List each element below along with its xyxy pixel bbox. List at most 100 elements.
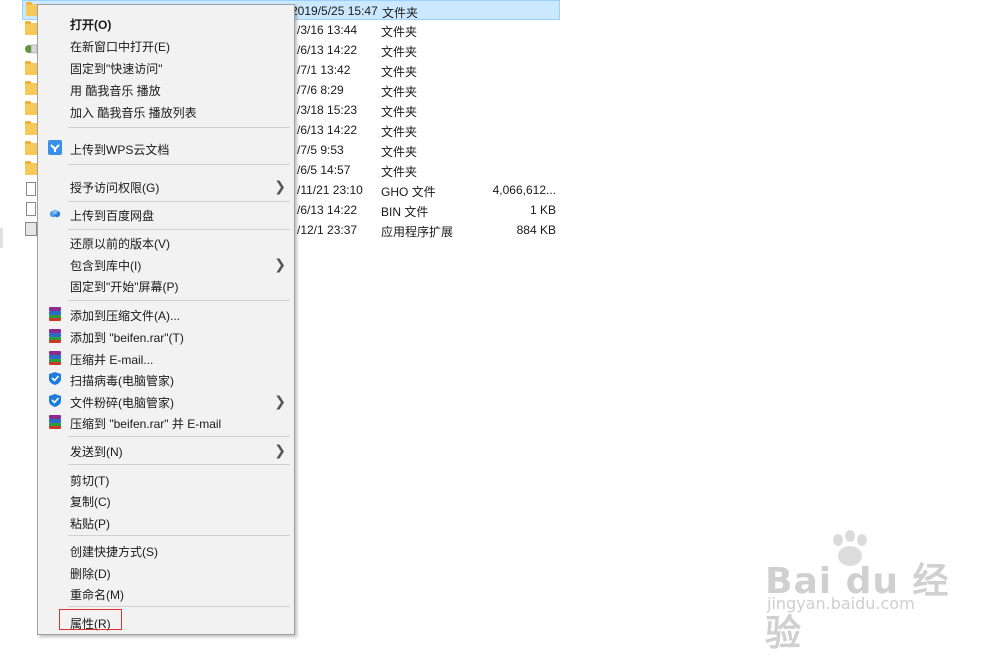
menu-separator [68, 535, 290, 536]
file-size: 4,066,612... [492, 183, 556, 197]
file-date: /12/1 23:37 [297, 223, 358, 237]
menu-item-label: 添加到压缩文件(A)... [70, 309, 180, 323]
chevron-right-icon: ❯ [274, 393, 286, 409]
chevron-right-icon: ❯ [274, 442, 286, 458]
menu-item-send-to[interactable]: 发送到(N) ❯ [40, 439, 292, 461]
file-type: BIN 文件 [381, 205, 429, 219]
file-type: 文件夹 [381, 85, 418, 99]
properties-highlight-box [59, 609, 122, 630]
menu-item-label: 创建快捷方式(S) [70, 545, 158, 559]
file-date: /6/13 14:22 [297, 203, 358, 217]
menu-item-add-archive[interactable]: 添加到压缩文件(A)... [40, 303, 292, 325]
file-date: /7/6 8:29 [297, 83, 344, 97]
menu-item-label: 复制(C) [70, 495, 111, 509]
file-type: 文件夹 [381, 65, 418, 79]
menu-item-open[interactable]: 打开(O) [40, 12, 292, 34]
menu-item-label: 打开(O) [70, 18, 112, 32]
file-type: 文件夹 [381, 105, 418, 119]
menu-item-label: 包含到库中(I) [70, 259, 142, 273]
menu-item-label: 文件粉碎(电脑管家) [70, 396, 174, 410]
file-type: 应用程序扩展 [381, 225, 454, 239]
menu-item-label: 压缩到 "beifen.rar" 并 E-mail [70, 417, 222, 431]
menu-item-label: 删除(D) [70, 567, 111, 581]
file-date: 2019/5/25 15:47 [291, 4, 378, 18]
menu-item-compress-beifen-email[interactable]: 压缩到 "beifen.rar" 并 E-mail [40, 411, 292, 433]
wps-cloud-icon [48, 140, 62, 155]
menu-item-open-new-window[interactable]: 在新窗口中打开(E) [40, 34, 292, 56]
shield-icon [48, 371, 62, 386]
document-icon [26, 202, 36, 216]
menu-item-label: 加入 酷我音乐 播放列表 [70, 106, 197, 120]
file-type: 文件夹 [381, 125, 418, 139]
menu-item-paste[interactable]: 粘贴(P) [40, 511, 292, 533]
menu-item-shred-file[interactable]: 文件粉碎(电脑管家) ❯ [40, 390, 292, 412]
menu-item-label: 在新窗口中打开(E) [70, 40, 170, 54]
menu-item-label: 上传到百度网盘 [70, 209, 155, 223]
chevron-right-icon: ❯ [274, 178, 286, 194]
menu-item-pin-start[interactable]: 固定到"开始"屏幕(P) [40, 274, 292, 296]
menu-item-upload-baidu[interactable]: 上传到百度网盘 [40, 203, 292, 225]
menu-item-play-kuwo[interactable]: 用 酷我音乐 播放 [40, 78, 292, 100]
scroll-indicator [0, 228, 3, 248]
document-icon [26, 182, 36, 196]
menu-separator [68, 127, 290, 128]
chevron-right-icon: ❯ [274, 256, 286, 272]
menu-item-add-beifen-rar[interactable]: 添加到 "beifen.rar"(T) [40, 325, 292, 347]
menu-item-label: 用 酷我音乐 播放 [70, 84, 161, 98]
menu-item-upload-wps[interactable]: 上传到WPS云文档 [40, 137, 292, 159]
menu-item-label: 添加到 "beifen.rar"(T) [70, 331, 184, 345]
baidu-netdisk-icon [48, 206, 62, 221]
menu-separator [68, 464, 290, 465]
watermark-url: jingyan.baidu.com [767, 594, 915, 613]
file-date: /3/18 15:23 [297, 103, 358, 117]
menu-item-delete[interactable]: 删除(D) [40, 561, 292, 583]
menu-item-label: 粘贴(P) [70, 517, 110, 531]
file-date: /6/5 14:57 [297, 163, 351, 177]
menu-item-label: 上传到WPS云文档 [70, 143, 170, 157]
menu-item-label: 扫描病毒(电脑管家) [70, 374, 174, 388]
menu-item-label: 固定到"开始"屏幕(P) [70, 280, 179, 294]
file-date: /7/1 13:42 [297, 63, 351, 77]
file-date: /11/21 23:10 [297, 183, 363, 197]
menu-item-label: 压缩并 E-mail... [70, 353, 154, 367]
file-date: /7/5 9:53 [297, 143, 344, 157]
file-type: 文件夹 [382, 6, 419, 20]
menu-item-scan-virus[interactable]: 扫描病毒(电脑管家) [40, 368, 292, 390]
menu-item-label: 授予访问权限(G) [70, 181, 160, 195]
winrar-icon [48, 350, 62, 365]
menu-item-cut[interactable]: 剪切(T) [40, 468, 292, 490]
menu-item-add-kuwo-playlist[interactable]: 加入 酷我音乐 播放列表 [40, 100, 292, 122]
menu-item-label: 重命名(M) [70, 588, 124, 602]
menu-separator [68, 164, 290, 165]
menu-separator [68, 606, 290, 607]
menu-item-pin-quick-access[interactable]: 固定到"快速访问" [40, 56, 292, 78]
menu-separator [68, 201, 290, 202]
file-date: /6/13 14:22 [297, 43, 358, 57]
file-type: 文件夹 [381, 45, 418, 59]
baidu-jingyan-watermark: Bai du 经验 jingyan.baidu.com [765, 530, 980, 654]
file-type: 文件夹 [381, 165, 418, 179]
menu-item-rename[interactable]: 重命名(M) [40, 582, 292, 604]
file-type: 文件夹 [381, 25, 418, 39]
menu-separator [68, 300, 290, 301]
winrar-icon [48, 414, 62, 429]
menu-separator [68, 436, 290, 437]
menu-item-compress-email[interactable]: 压缩并 E-mail... [40, 347, 292, 369]
menu-item-restore-versions[interactable]: 还原以前的版本(V) [40, 231, 292, 253]
winrar-icon [48, 306, 62, 321]
file-date: /3/16 13:44 [297, 23, 358, 37]
menu-item-label: 发送到(N) [70, 445, 123, 459]
winrar-icon [48, 328, 62, 343]
menu-item-label: 固定到"快速访问" [70, 62, 163, 76]
menu-item-label: 还原以前的版本(V) [70, 237, 170, 251]
app-icon [24, 42, 38, 56]
shield-icon [48, 393, 62, 408]
menu-separator [68, 229, 290, 230]
menu-item-include-library[interactable]: 包含到库中(I) ❯ [40, 253, 292, 275]
menu-item-create-shortcut[interactable]: 创建快捷方式(S) [40, 539, 292, 561]
file-type: GHO 文件 [381, 185, 436, 199]
menu-item-copy[interactable]: 复制(C) [40, 489, 292, 511]
context-menu: 打开(O) 在新窗口中打开(E) 固定到"快速访问" 用 酷我音乐 播放 加入 … [37, 4, 295, 635]
file-size: 1 KB [529, 203, 556, 217]
menu-item-grant-access[interactable]: 授予访问权限(G) ❯ [40, 175, 292, 197]
